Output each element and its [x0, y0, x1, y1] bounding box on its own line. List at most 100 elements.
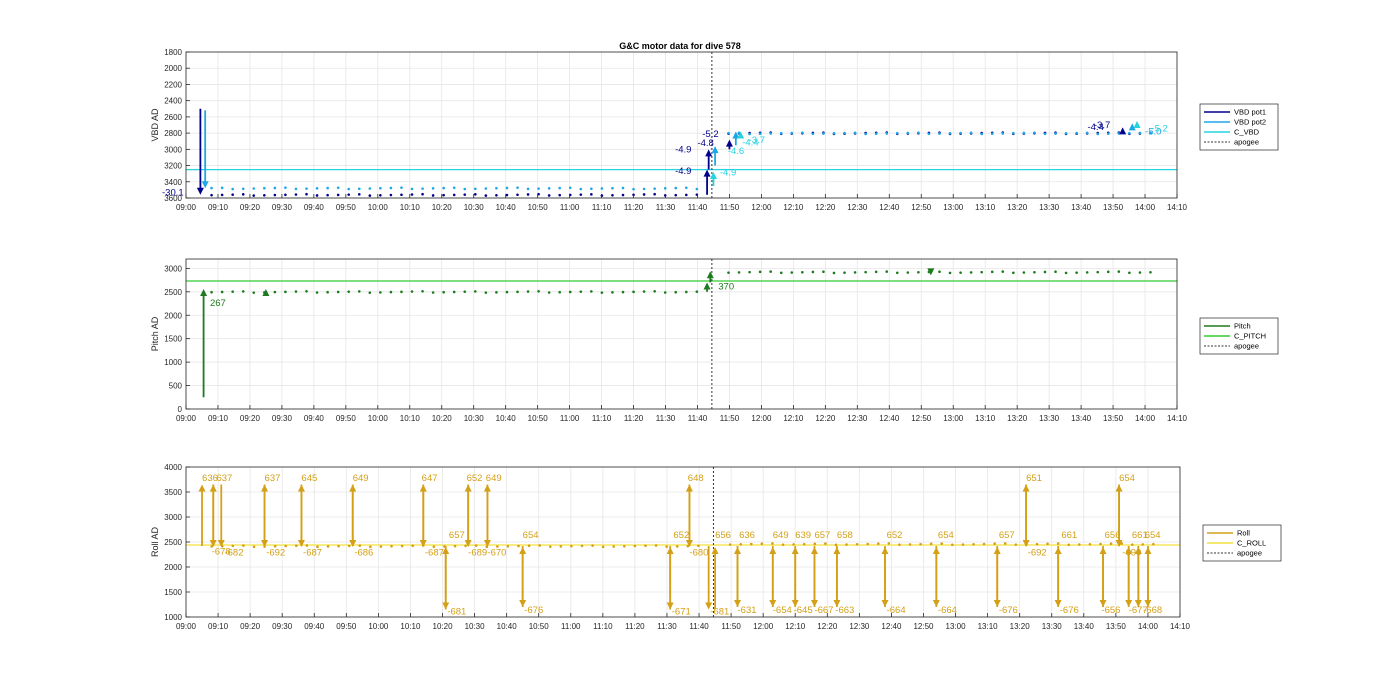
series-point [623, 544, 626, 548]
data-label: 649 [773, 530, 789, 541]
x-tick-label: 12:40 [879, 203, 900, 212]
series-point [431, 187, 435, 190]
data-label: 657 [449, 530, 465, 541]
x-tick-label: 11:20 [625, 622, 645, 631]
series-point [675, 545, 679, 548]
x-tick-label: 11:00 [561, 622, 581, 631]
series-point [379, 194, 382, 197]
series-point [273, 193, 277, 197]
data-label: -4.9 [675, 166, 691, 177]
series-point [284, 290, 287, 294]
series-point [400, 186, 403, 189]
series-point [547, 291, 551, 294]
series-point [1088, 542, 1092, 546]
series-point [749, 542, 753, 546]
y-tick-label: 3200 [164, 162, 182, 171]
data-label: -664 [938, 605, 957, 616]
series-point [951, 543, 954, 547]
series-point [959, 271, 962, 274]
data-label: -3.7 [1094, 120, 1110, 131]
series-point [336, 186, 340, 190]
series-point [463, 187, 467, 191]
series-point [855, 542, 859, 546]
series-point [273, 186, 277, 190]
x-tick-label: 10:50 [528, 203, 549, 212]
series-point [273, 290, 277, 294]
series-point [368, 194, 372, 197]
series-point [305, 187, 308, 190]
data-label: -690 [1122, 548, 1141, 559]
data-label: -5.2 [1151, 123, 1167, 134]
data-label: -682 [224, 548, 243, 559]
x-tick-label: 11:10 [592, 414, 612, 423]
x-tick-label: 14:10 [1167, 203, 1188, 212]
y-tick-label: 3400 [164, 178, 182, 187]
data-label: 636 [739, 530, 755, 541]
data-label: -667 [814, 605, 833, 616]
data-label: 658 [837, 530, 853, 541]
series-point [948, 271, 952, 275]
data-label: 267 [210, 298, 226, 309]
series-point [642, 193, 646, 196]
data-label: 370 [718, 281, 734, 292]
x-tick-label: 09:20 [240, 414, 261, 423]
series-point [315, 187, 319, 190]
series-point [779, 271, 783, 275]
data-label: -631 [738, 605, 757, 616]
series-point [294, 187, 298, 191]
series-point [969, 271, 973, 274]
series-point [463, 193, 467, 196]
series-point [526, 193, 530, 196]
legend-entry: apogee [1237, 549, 1262, 558]
series-point [411, 544, 414, 548]
series-point [400, 544, 404, 548]
series-point [252, 291, 256, 294]
x-tick-label: 09:50 [336, 203, 357, 212]
series-point [695, 187, 699, 191]
x-tick-label: 13:30 [1039, 414, 1060, 423]
y-tick-label: 2000 [164, 64, 182, 73]
series-point [547, 187, 551, 190]
legend: PitchC_PITCHapogee [1199, 317, 1279, 355]
series-point [642, 187, 646, 191]
series-point [220, 186, 224, 190]
series-point [813, 542, 817, 546]
series-point [326, 186, 329, 190]
y-tick-label: 1500 [164, 335, 182, 344]
x-tick-label: 10:40 [496, 203, 517, 212]
series-point [790, 131, 794, 135]
series-point [337, 544, 340, 548]
x-tick-label: 11:10 [593, 622, 613, 631]
series-point [357, 187, 361, 191]
series-point [1130, 543, 1134, 546]
series-point [1054, 132, 1057, 135]
series-point [1022, 131, 1026, 135]
series-point [969, 131, 973, 135]
series-point [600, 291, 604, 294]
x-tick-label: 09:20 [240, 622, 261, 631]
series-point [876, 542, 880, 546]
x-tick-label: 09:00 [176, 203, 197, 212]
series-point [400, 193, 403, 197]
series-point [558, 290, 562, 294]
y-tick-label: 3000 [164, 264, 182, 273]
series-point [241, 290, 245, 293]
y-tick-label: 2500 [164, 538, 182, 547]
data-label: 649 [486, 473, 502, 484]
figure-canvas: G&C motor data for dive 578 -30.1-4.9-4.… [0, 0, 1400, 693]
legend-entry: C_PITCH [1234, 332, 1266, 341]
series-point [822, 132, 825, 135]
series-point [665, 545, 668, 548]
y-tick-label: 0 [178, 405, 183, 414]
data-label: 652 [467, 473, 483, 484]
series-point [769, 270, 772, 273]
series-point [864, 132, 867, 136]
data-label: 657 [999, 530, 1015, 541]
series-point [1128, 131, 1131, 135]
x-tick-label: 12:10 [783, 203, 804, 212]
series-point [389, 186, 393, 190]
series-point [231, 290, 234, 293]
series-point [263, 186, 266, 190]
x-tick-label: 14:10 [1170, 622, 1191, 631]
series-point [653, 192, 656, 196]
